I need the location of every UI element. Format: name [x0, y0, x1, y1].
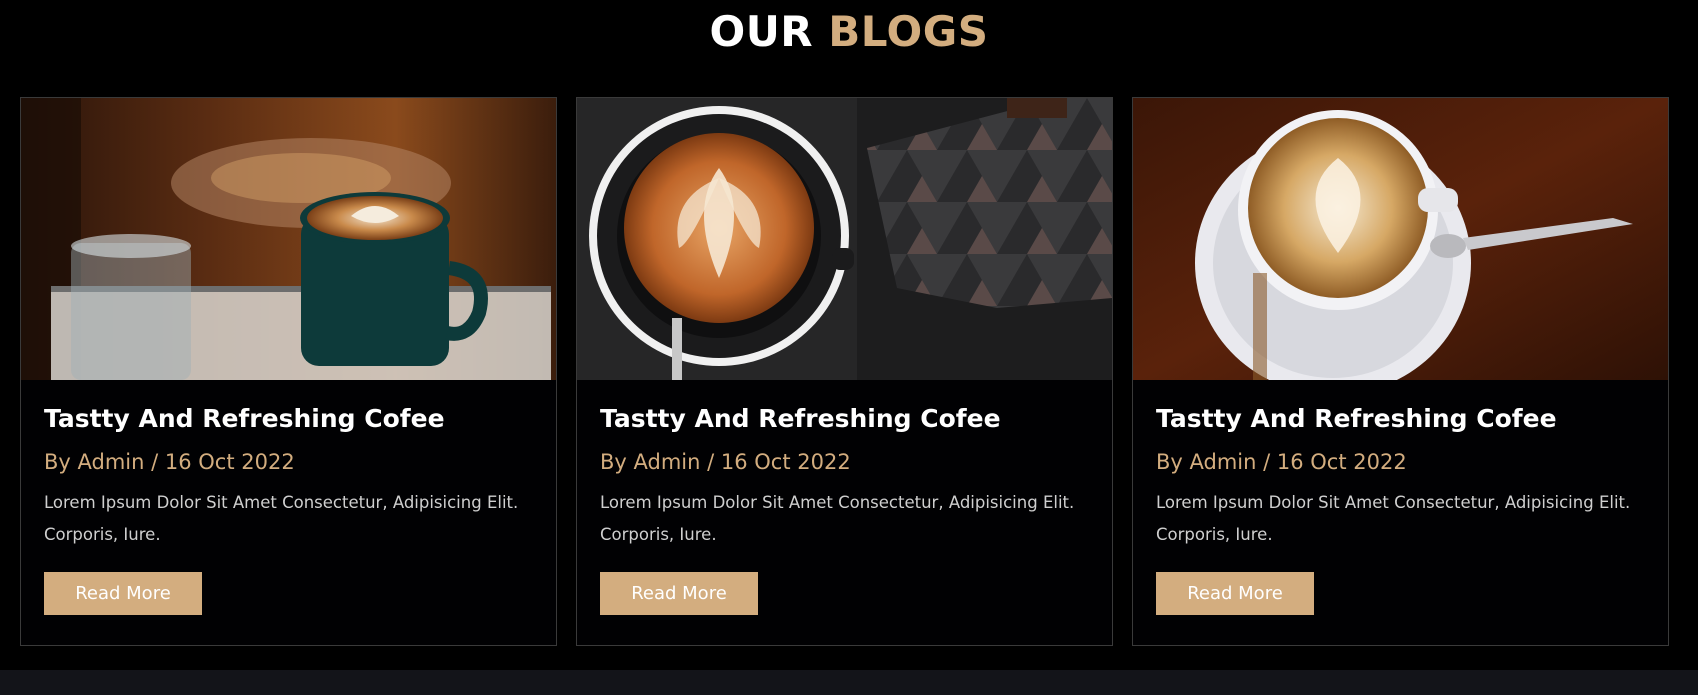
section-heading: OUR BLOGS	[0, 6, 1698, 58]
blog-image-coffee-black-cup[interactable]	[577, 98, 1112, 380]
blog-meta: By Admin / 16 Oct 2022	[1156, 450, 1407, 474]
blogs-section: OUR BLOGS Tastty And Refreshing Cofee By…	[0, 0, 1698, 695]
blog-card-content: Tastty And Refreshing Cofee By Admin / 1…	[21, 380, 556, 615]
blog-description: Lorem Ipsum Dolor Sit Amet Consectetur, …	[600, 493, 1075, 544]
coffee-photo	[577, 98, 1112, 380]
blog-card: Tastty And Refreshing Cofee By Admin / 1…	[576, 97, 1113, 646]
read-more-button[interactable]: Read More	[600, 572, 758, 615]
blog-card: Tastty And Refreshing Cofee By Admin / 1…	[1132, 97, 1669, 646]
heading-word-blogs: BLOGS	[828, 7, 989, 56]
footer-strip	[0, 670, 1698, 695]
blog-description: Lorem Ipsum Dolor Sit Amet Consectetur, …	[1156, 493, 1631, 544]
blog-card-content: Tastty And Refreshing Cofee By Admin / 1…	[577, 380, 1112, 615]
blog-title[interactable]: Tastty And Refreshing Cofee	[44, 402, 534, 436]
coffee-photo	[21, 98, 556, 380]
read-more-button[interactable]: Read More	[1156, 572, 1314, 615]
blog-image-coffee-green-cup[interactable]	[21, 98, 556, 380]
heading-word-our: OUR	[709, 7, 814, 56]
blog-card-content: Tastty And Refreshing Cofee By Admin / 1…	[1133, 380, 1668, 615]
blog-description: Lorem Ipsum Dolor Sit Amet Consectetur, …	[44, 493, 519, 544]
blog-title[interactable]: Tastty And Refreshing Cofee	[1156, 402, 1646, 436]
blog-image-coffee-white-cup[interactable]	[1133, 98, 1668, 380]
coffee-photo	[1133, 98, 1668, 380]
blog-card-list: Tastty And Refreshing Cofee By Admin / 1…	[20, 97, 1678, 648]
read-more-button[interactable]: Read More	[44, 572, 202, 615]
blog-meta: By Admin / 16 Oct 2022	[44, 450, 295, 474]
blog-card: Tastty And Refreshing Cofee By Admin / 1…	[20, 97, 557, 646]
blog-meta: By Admin / 16 Oct 2022	[600, 450, 851, 474]
blog-title[interactable]: Tastty And Refreshing Cofee	[600, 402, 1090, 436]
